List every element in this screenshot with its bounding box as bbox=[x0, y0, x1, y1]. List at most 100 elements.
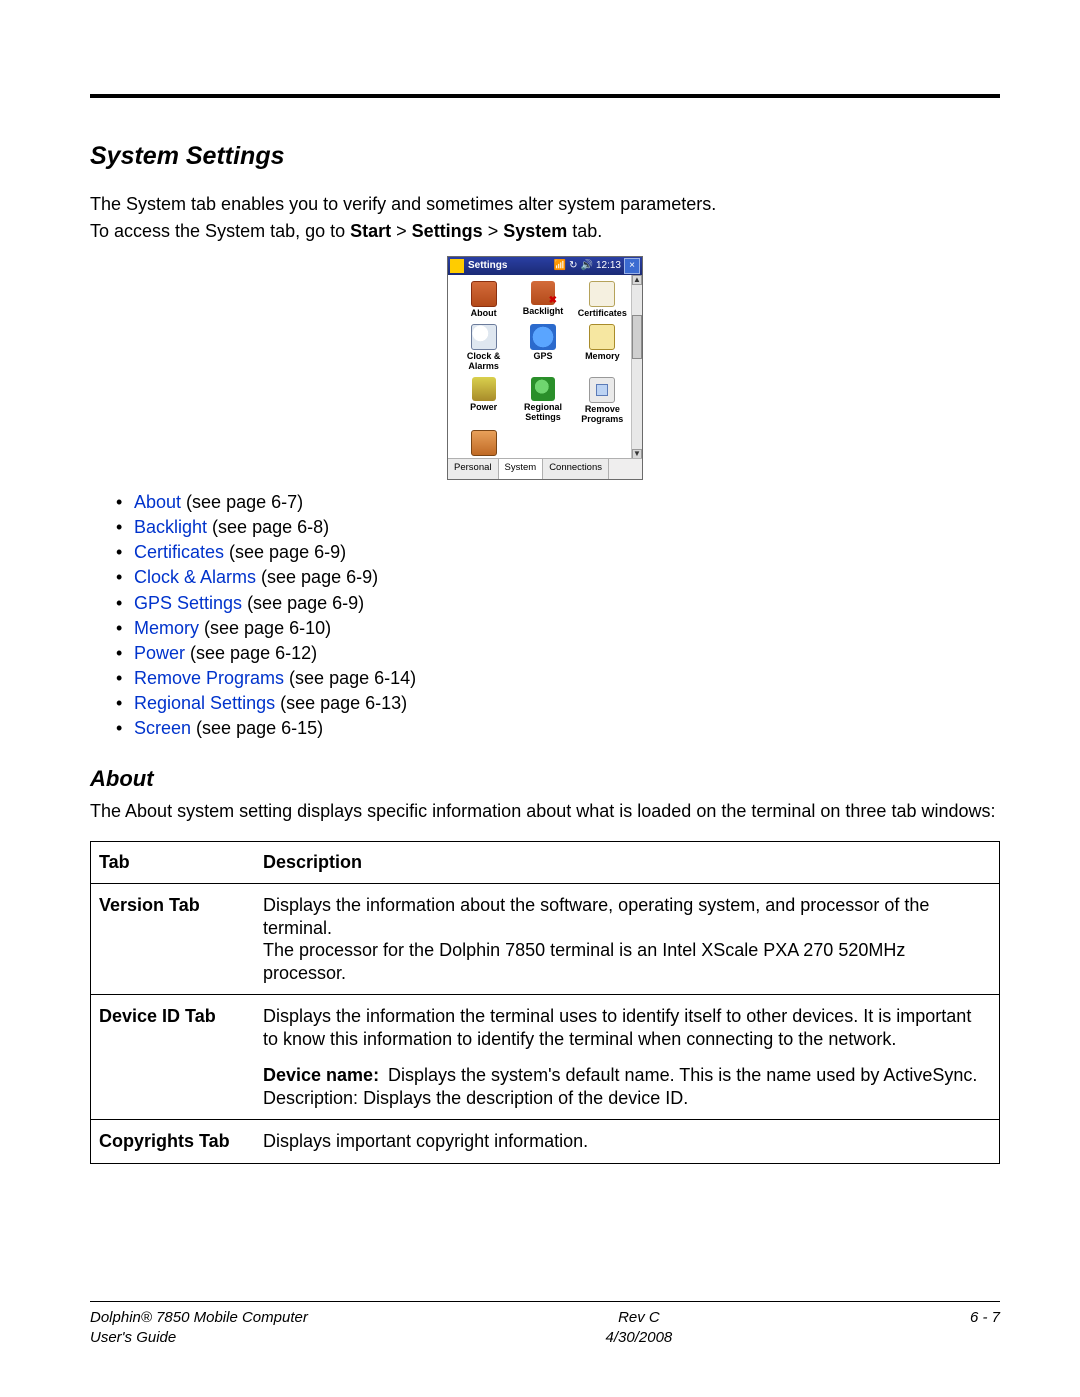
device-title: Settings bbox=[468, 260, 554, 271]
row-label-copyrights: Copyrights Tab bbox=[91, 1120, 256, 1164]
icon-gps: GPS bbox=[513, 322, 572, 373]
page-ref: (see page 6-15) bbox=[191, 718, 323, 738]
link-power[interactable]: Power bbox=[134, 643, 185, 663]
page-ref: (see page 6-8) bbox=[207, 517, 329, 537]
tab-system: System bbox=[499, 459, 544, 479]
intro-paragraph-1: The System tab enables you to verify and… bbox=[90, 193, 1000, 216]
signal-icon: 📶 bbox=[554, 260, 566, 271]
volume-icon: 🔊 bbox=[581, 260, 593, 271]
col-description: Description bbox=[255, 842, 1000, 884]
link-backlight[interactable]: Backlight bbox=[134, 517, 207, 537]
intro-paragraph-2: To access the System tab, go to Start > … bbox=[90, 220, 1000, 243]
icon-label: About bbox=[471, 309, 497, 318]
footer-page-number: 6 - 7 bbox=[970, 1308, 1000, 1328]
footer-doc-name: User's Guide bbox=[90, 1328, 308, 1348]
text: > bbox=[483, 221, 504, 241]
link-regional-settings[interactable]: Regional Settings bbox=[134, 693, 275, 713]
icon-label: Backlight bbox=[523, 307, 564, 316]
col-tab: Tab bbox=[91, 842, 256, 884]
top-rule bbox=[90, 94, 1000, 98]
remove-programs-icon bbox=[589, 377, 615, 403]
footer-center: Rev C 4/30/2008 bbox=[308, 1308, 970, 1347]
table-row: Copyrights Tab Displays important copyri… bbox=[91, 1120, 1000, 1164]
tab-personal: Personal bbox=[448, 459, 499, 479]
icon-label: Certificates bbox=[578, 309, 627, 318]
icon-label: GPS bbox=[533, 352, 552, 361]
footer-left: Dolphin® 7850 Mobile Computer User's Gui… bbox=[90, 1308, 308, 1347]
icon-about: About bbox=[454, 279, 513, 320]
icon-label: Memory bbox=[585, 352, 620, 361]
link-screen[interactable]: Screen bbox=[134, 718, 191, 738]
regional-icon bbox=[531, 377, 555, 401]
link-clock-alarms[interactable]: Clock & Alarms bbox=[134, 567, 256, 587]
link-about[interactable]: About bbox=[134, 492, 181, 512]
link-memory[interactable]: Memory bbox=[134, 618, 199, 638]
page-ref: (see page 6-10) bbox=[199, 618, 331, 638]
path-settings: Settings bbox=[412, 221, 483, 241]
sub-val-device-name: Displays the system's default name. This… bbox=[388, 1065, 977, 1085]
power-icon bbox=[472, 377, 496, 401]
about-icon bbox=[471, 281, 497, 307]
deviceid-sub-description: Description: Displays the description of… bbox=[263, 1087, 991, 1110]
icon-screen: Screen bbox=[454, 428, 513, 459]
page-ref: (see page 6-12) bbox=[185, 643, 317, 663]
scroll-up-icon: ▲ bbox=[632, 275, 642, 285]
start-flag-icon bbox=[450, 259, 464, 273]
list-item: Backlight (see page 6-8) bbox=[116, 515, 1000, 540]
screen-icon bbox=[471, 430, 497, 456]
icon-label: Power bbox=[470, 403, 497, 412]
icon-power: Power bbox=[454, 375, 513, 426]
table-row: Version Tab Displays the information abo… bbox=[91, 884, 1000, 995]
text: tab. bbox=[567, 221, 602, 241]
row-label-deviceid: Device ID Tab bbox=[91, 995, 256, 1120]
page-ref: (see page 6-13) bbox=[275, 693, 407, 713]
page-ref: (see page 6-9) bbox=[256, 567, 378, 587]
row-desc-copyrights: Displays important copyright information… bbox=[255, 1120, 1000, 1164]
sub-val-description: Displays the description of the device I… bbox=[363, 1088, 688, 1108]
clock-icon bbox=[471, 324, 497, 350]
page-ref: (see page 6-9) bbox=[242, 593, 364, 613]
sub-key-description: Description: bbox=[263, 1088, 358, 1108]
device-title-bar: Settings 📶 ↻ 🔊 12:13 × bbox=[448, 257, 642, 275]
heading-system-settings: System Settings bbox=[90, 142, 1000, 171]
tab-connections: Connections bbox=[543, 459, 609, 479]
link-certificates[interactable]: Certificates bbox=[134, 542, 224, 562]
table-header-row: Tab Description bbox=[91, 842, 1000, 884]
icon-backlight: Backlight bbox=[513, 279, 572, 320]
text: > bbox=[391, 221, 412, 241]
list-item: About (see page 6-7) bbox=[116, 490, 1000, 515]
icon-remove-programs: Remove Programs bbox=[573, 375, 632, 426]
cross-reference-list: About (see page 6-7) Backlight (see page… bbox=[90, 490, 1000, 742]
footer-product-name: Dolphin® 7850 Mobile Computer bbox=[90, 1308, 308, 1328]
page: System Settings The System tab enables y… bbox=[0, 0, 1080, 1397]
device-screenshot: Settings 📶 ↻ 🔊 12:13 × About Backlight C… bbox=[447, 256, 643, 480]
list-item: Screen (see page 6-15) bbox=[116, 716, 1000, 741]
device-scrollbar: ▲ ▼ bbox=[631, 275, 642, 459]
footer-date: 4/30/2008 bbox=[308, 1328, 970, 1348]
link-gps-settings[interactable]: GPS Settings bbox=[134, 593, 242, 613]
link-remove-programs[interactable]: Remove Programs bbox=[134, 668, 284, 688]
gps-icon bbox=[530, 324, 556, 350]
page-ref: (see page 6-9) bbox=[224, 542, 346, 562]
scroll-thumb bbox=[632, 315, 642, 359]
certificates-icon bbox=[589, 281, 615, 307]
deviceid-sub-device-name: Device name: Displays the system's defau… bbox=[263, 1064, 991, 1087]
about-intro: The About system setting displays specif… bbox=[90, 800, 1000, 823]
device-tabs: Personal System Connections bbox=[448, 458, 642, 479]
backlight-icon bbox=[531, 281, 555, 305]
path-start: Start bbox=[350, 221, 391, 241]
path-system: System bbox=[503, 221, 567, 241]
list-item: Power (see page 6-12) bbox=[116, 641, 1000, 666]
icon-regional: Regional Settings bbox=[513, 375, 572, 426]
page-ref: (see page 6-14) bbox=[284, 668, 416, 688]
text: To access the System tab, go to bbox=[90, 221, 350, 241]
list-item: Remove Programs (see page 6-14) bbox=[116, 666, 1000, 691]
list-item: Clock & Alarms (see page 6-9) bbox=[116, 565, 1000, 590]
row-desc-deviceid: Displays the information the terminal us… bbox=[255, 995, 1000, 1120]
row-label-version: Version Tab bbox=[91, 884, 256, 995]
heading-about: About bbox=[90, 766, 1000, 792]
list-item: Regional Settings (see page 6-13) bbox=[116, 691, 1000, 716]
memory-icon bbox=[589, 324, 615, 350]
icon-certificates: Certificates bbox=[573, 279, 632, 320]
status-icons: 📶 ↻ 🔊 12:13 bbox=[554, 260, 621, 271]
